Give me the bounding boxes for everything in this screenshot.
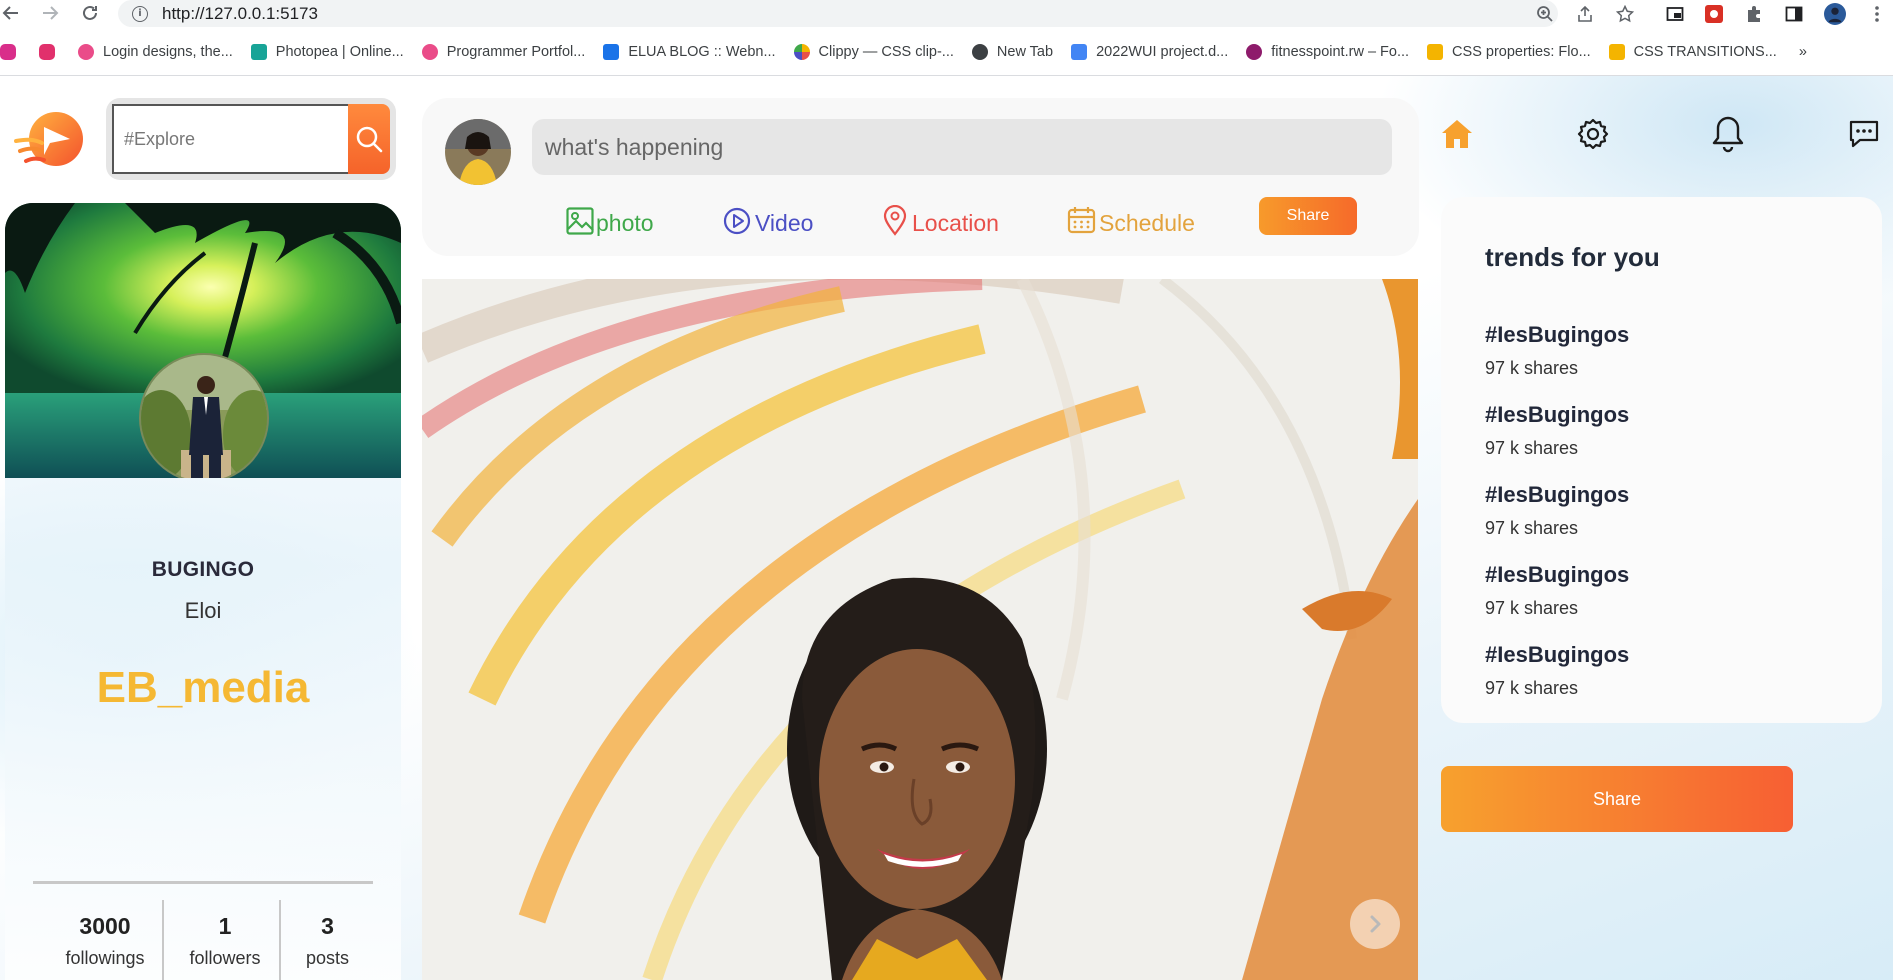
- photopea-icon: [250, 44, 267, 60]
- search-input[interactable]: [112, 104, 354, 174]
- bookmark-item[interactable]: fitnesspoint.rw – Fo...: [1246, 44, 1409, 60]
- fitnesspoint-icon: [1246, 44, 1263, 60]
- photo-option[interactable]: photo: [566, 197, 654, 237]
- profile-subname: Eloi: [184, 598, 222, 623]
- status-input[interactable]: [532, 119, 1392, 175]
- share-button[interactable]: Share: [1441, 766, 1793, 832]
- profile-avatar[interactable]: [139, 353, 269, 478]
- folder-icon: [1427, 44, 1444, 60]
- image-icon: [566, 207, 594, 235]
- app-page: BUGINGO Eloi EB_media 3000 followings 1 …: [0, 76, 1893, 980]
- trends-card: trends for you #IesBugingos 97 k shares …: [1441, 197, 1882, 723]
- bookmarks-bar: Login designs, the... Photopea | Online.…: [0, 37, 1893, 67]
- bookmark-item[interactable]: 2022WUI project.d...: [1071, 44, 1228, 60]
- notification-bell-icon[interactable]: [1710, 116, 1746, 153]
- composer-share-button[interactable]: Share: [1259, 197, 1357, 235]
- folder-icon: [1608, 44, 1625, 60]
- app-logo[interactable]: [14, 111, 86, 171]
- instagram-icon: [39, 44, 55, 60]
- trend-item[interactable]: #IesBugingos 97 k shares: [1485, 642, 1629, 699]
- address-bar[interactable]: i http://127.0.0.1:5173: [118, 0, 1558, 27]
- cover-image: [5, 203, 401, 478]
- stats-divider-top: [33, 881, 373, 884]
- bookmark-item[interactable]: Programmer Portfol...: [421, 44, 585, 60]
- new-tab-icon: [971, 44, 988, 60]
- forward-icon[interactable]: [39, 2, 61, 24]
- stat-divider: [162, 900, 164, 980]
- stat-followers[interactable]: 1 followers: [170, 913, 280, 969]
- bookmark-item[interactable]: Photopea | Online...: [250, 44, 404, 60]
- more-bookmarks-button[interactable]: »: [1799, 44, 1807, 60]
- zoom-icon[interactable]: [1534, 3, 1556, 25]
- play-circle-icon: [723, 207, 751, 235]
- location-pin-icon: [883, 205, 907, 236]
- post-image[interactable]: [422, 279, 1418, 980]
- trends-title: trends for you: [1485, 242, 1660, 272]
- site-info-icon[interactable]: i: [132, 5, 148, 22]
- video-option[interactable]: Video: [723, 197, 813, 237]
- share-page-icon[interactable]: [1574, 3, 1596, 25]
- browser-menu-icon[interactable]: [1866, 3, 1888, 25]
- stat-divider: [279, 900, 281, 980]
- trend-item[interactable]: #IesBugingos 97 k shares: [1485, 482, 1629, 539]
- back-icon[interactable]: [0, 2, 22, 24]
- bookmark-item[interactable]: [39, 44, 64, 60]
- profile-card: BUGINGO Eloi EB_media 3000 followings 1 …: [5, 203, 401, 980]
- composer-avatar[interactable]: [445, 119, 511, 185]
- profile-handle: EB_media: [96, 663, 310, 712]
- bookmark-star-icon[interactable]: [1614, 3, 1636, 25]
- extension-red-icon[interactable]: [1703, 3, 1725, 25]
- bookmark-item[interactable]: ELUA BLOG :: Webn...: [603, 44, 776, 60]
- schedule-option[interactable]: Schedule: [1067, 197, 1195, 237]
- browser-chrome: i http://127.0.0.1:5173 Login designs, t…: [0, 0, 1893, 76]
- settings-gear-icon[interactable]: [1575, 116, 1611, 152]
- google-docs-icon: [1071, 44, 1088, 60]
- post-composer: photo Video Location Schedule: [422, 98, 1419, 256]
- next-image-button[interactable]: [1350, 899, 1400, 949]
- message-icon[interactable]: [1846, 116, 1882, 152]
- dribbble-icon: [78, 44, 94, 60]
- search-icon: [356, 126, 383, 153]
- picture-in-picture-icon[interactable]: [1664, 3, 1686, 25]
- url-text: http://127.0.0.1:5173: [162, 3, 318, 23]
- trend-item[interactable]: #IesBugingos 97 k shares: [1485, 322, 1629, 379]
- bookmark-item[interactable]: CSS properties: Flo...: [1427, 44, 1591, 60]
- clippy-icon: [793, 44, 810, 60]
- stat-followings[interactable]: 3000 followings: [45, 913, 165, 969]
- trend-item[interactable]: #IesBugingos 97 k shares: [1485, 402, 1629, 459]
- trend-item[interactable]: #IesBugingos 97 k shares: [1485, 562, 1629, 619]
- webnode-icon: [603, 44, 620, 60]
- calendar-icon: [1067, 207, 1096, 234]
- dribbble-icon: [421, 44, 438, 60]
- home-icon[interactable]: [1439, 116, 1475, 152]
- bookmark-item[interactable]: Clippy — CSS clip-...: [793, 44, 954, 60]
- bookmark-item[interactable]: CSS TRANSITIONS...: [1608, 44, 1777, 60]
- user-avatar[interactable]: [1824, 3, 1846, 25]
- bookmark-item[interactable]: [0, 44, 25, 60]
- stat-posts[interactable]: 3 posts: [285, 913, 370, 969]
- side-panel-icon[interactable]: [1783, 3, 1805, 25]
- instagram-icon: [0, 44, 16, 60]
- search-button[interactable]: [348, 104, 390, 174]
- extensions-puzzle-icon[interactable]: [1743, 3, 1765, 25]
- search-box: [106, 98, 396, 180]
- location-option[interactable]: Location: [882, 197, 999, 237]
- reload-icon[interactable]: [79, 2, 101, 24]
- profile-name: BUGINGO: [151, 558, 255, 581]
- chevron-right-icon: [1370, 915, 1381, 933]
- bookmark-item[interactable]: New Tab: [971, 44, 1053, 60]
- bookmark-item[interactable]: Login designs, the...: [78, 44, 233, 60]
